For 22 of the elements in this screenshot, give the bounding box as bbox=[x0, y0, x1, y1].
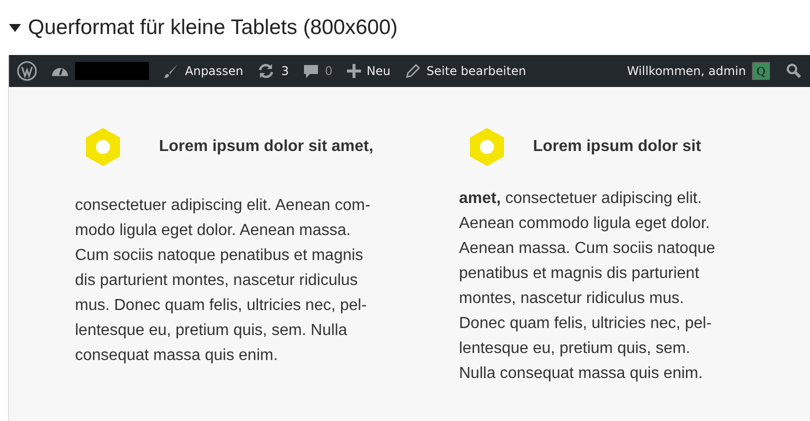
collapse-toggle[interactable] bbox=[9, 22, 21, 34]
user-avatar: Q bbox=[752, 62, 770, 80]
feature-text: consectetuer adipiscing elit. Aenean com- modo ligula eget dolor. Aenean massa. Cum sociis natoque penatibus et magnis dis parturient montes, nascetur ridiculus mus. Donec quam felis, ultricies nec, pel- lentesque eu, pretium quis, sem. Nulla consequat massa quis enim. bbox=[75, 196, 372, 366]
refresh-icon bbox=[257, 63, 276, 79]
hexagon-icon bbox=[83, 127, 123, 167]
wordpress-logo-icon[interactable] bbox=[17, 61, 37, 81]
hexagon-icon bbox=[467, 127, 507, 167]
caret-icon bbox=[9, 24, 21, 32]
comments-link[interactable]: 0 bbox=[302, 63, 333, 79]
customize-link[interactable]: Anpassen bbox=[163, 63, 244, 79]
pencil-icon bbox=[404, 63, 421, 79]
search-icon[interactable] bbox=[786, 63, 802, 79]
section-title: Querformat für kleine Tablets (800x600) bbox=[28, 16, 398, 40]
feature-text: amet, consectetuer adipiscing elit. Aenean commodo ligula eget dolor. Aenean massa. Cum sociis natoque penatibus et magnis dis parturient montes, nascetur ridiculus mus. Donec quam felis, ultricies nec, pel- lentesque eu, pretium quis, sem. Nulla consequat massa quis enim. bbox=[459, 189, 716, 384]
plus-icon bbox=[346, 64, 361, 78]
edit-page-link[interactable]: Seite bearbeiten bbox=[404, 63, 526, 79]
feature-heading: Lorem ipsum dolor sit bbox=[533, 138, 702, 156]
account-greeting[interactable]: Willkommen, admin bbox=[626, 64, 746, 78]
speech-bubble-icon bbox=[302, 63, 319, 79]
updates-link[interactable]: 3 bbox=[257, 63, 289, 79]
new-link[interactable]: Neu bbox=[346, 64, 391, 78]
feature-heading: Lorem ipsum dolor sit amet, bbox=[159, 138, 374, 156]
